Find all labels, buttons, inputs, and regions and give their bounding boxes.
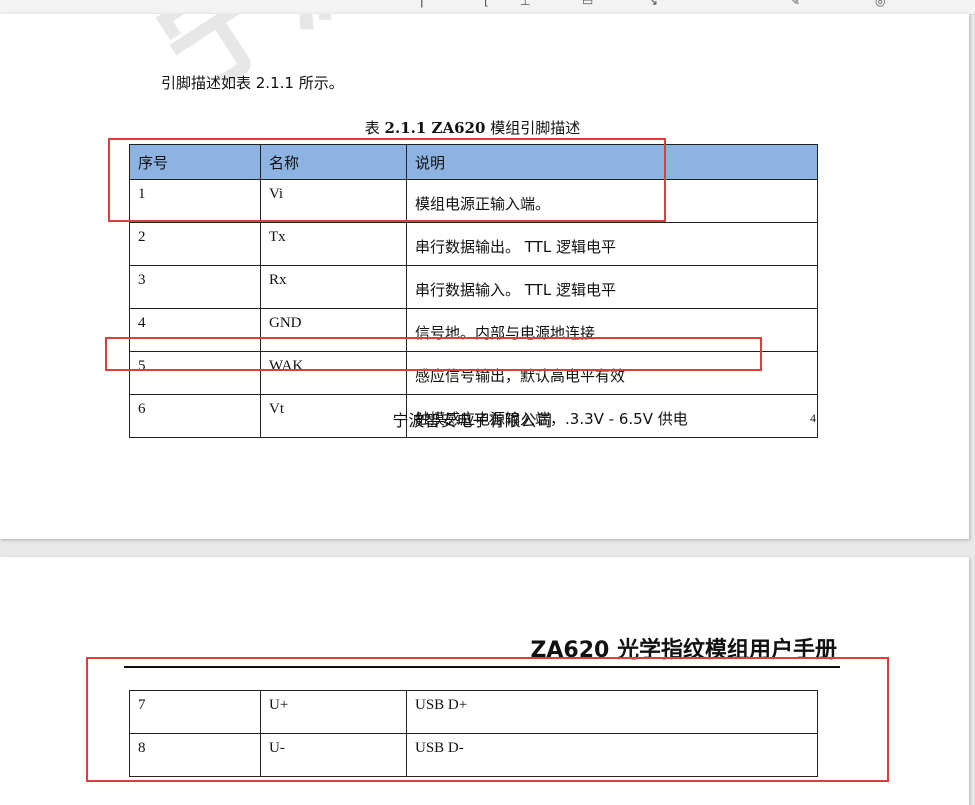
document-page-4: 宁波智 引脚描述如表 2.1.1 所示。 表 2.1.1 ZA620 模组引脚描…	[0, 14, 969, 539]
arrow-icon[interactable]: ↘	[648, 0, 658, 8]
cell-desc: 串行数据输入。 TTL 逻辑电平	[406, 265, 818, 309]
table-caption: 表 2.1.1 ZA620 模组引脚描述	[0, 117, 945, 138]
highlight-box	[86, 657, 889, 782]
caption-suffix: 模组引脚描述	[490, 119, 581, 137]
cell-name: Rx	[260, 265, 407, 309]
cell-no: 2	[129, 222, 261, 266]
zoom-icon[interactable]: ◎	[875, 0, 885, 8]
cell-no: 3	[129, 265, 261, 309]
table-row: 3 Rx 串行数据输入。 TTL 逻辑电平	[129, 265, 818, 309]
caption-number: 2.1.1 ZA620	[384, 119, 486, 137]
pen-icon[interactable]: ✎	[790, 0, 800, 8]
viewer-toolbar: ǀ ⌊ ⊥ ▭ ↘ ✎ ◎	[0, 0, 975, 15]
note-icon[interactable]: ▭	[582, 0, 593, 8]
caption-prefix: 表	[364, 119, 380, 137]
edit-icon[interactable]: ⊥	[520, 0, 530, 8]
cell-desc: 串行数据输出。 TTL 逻辑电平	[406, 222, 818, 266]
highlight-box	[105, 337, 762, 371]
intro-text: 引脚描述如表 2.1.1 所示。	[161, 74, 344, 92]
cursor-icon[interactable]: ǀ	[420, 0, 424, 8]
footer-company: 宁波智安电子有限公司	[392, 411, 553, 430]
page-number: 4	[810, 411, 816, 425]
cell-name: Tx	[260, 222, 407, 266]
document-page-5: ZA620 光学指纹模组用户手册 7 U+ USB D+ 8 U- USB D-	[0, 557, 969, 805]
text-select-icon[interactable]: ⌊	[484, 0, 489, 8]
watermark: 宁波智	[118, 14, 515, 124]
table-row: 2 Tx 串行数据输出。 TTL 逻辑电平	[129, 222, 818, 266]
highlight-box	[108, 138, 666, 222]
